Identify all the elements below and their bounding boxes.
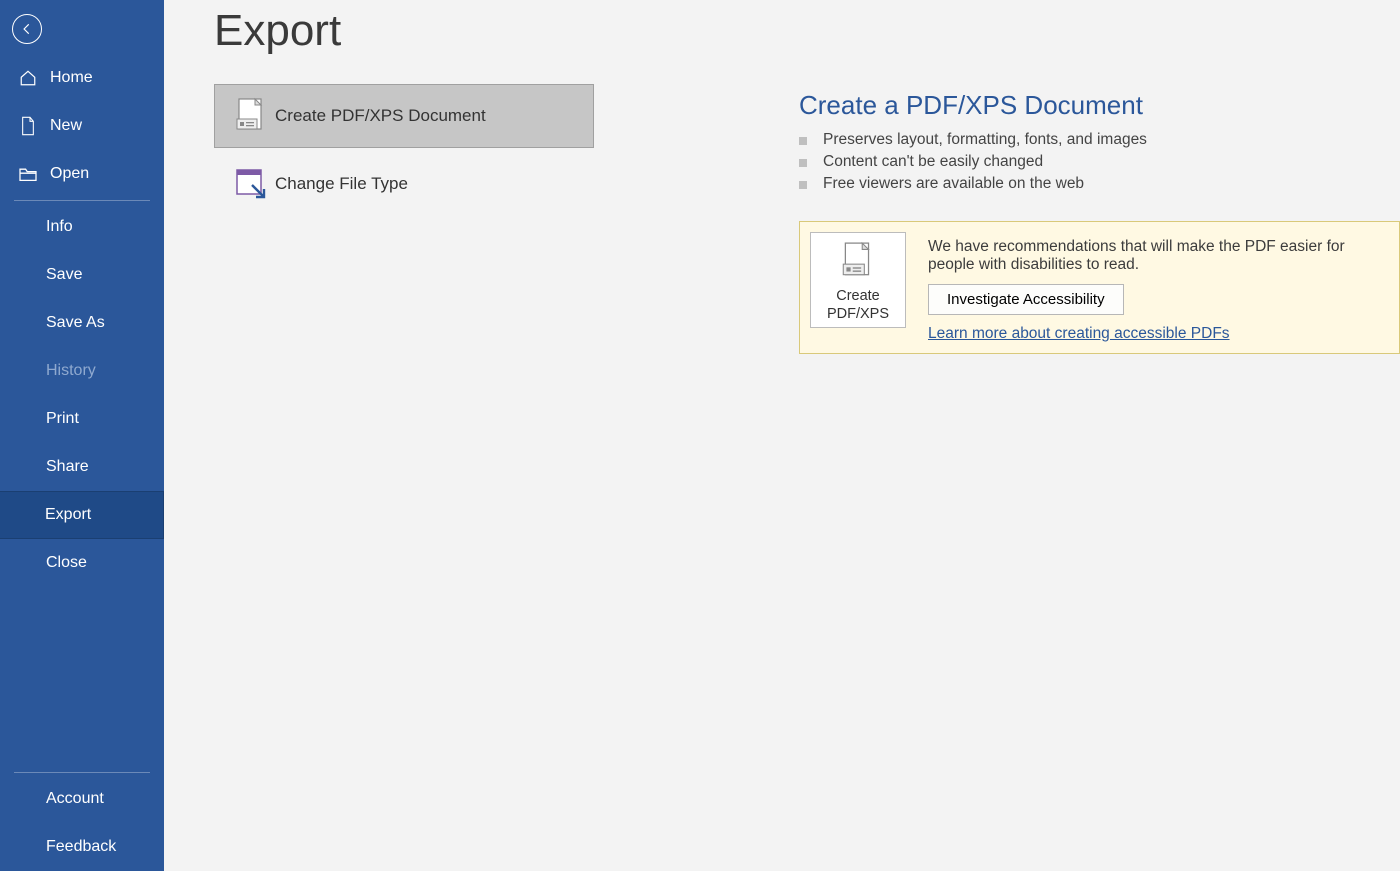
accessibility-panel: Create PDF/XPS We have recommendations t… <box>799 221 1400 354</box>
sidebar-item-info[interactable]: Info <box>0 203 164 251</box>
learn-more-link[interactable]: Learn more about creating accessible PDF… <box>928 325 1230 343</box>
backstage-sidebar: Home New Open Info Save Save As History <box>0 0 164 871</box>
detail-bullet: Free viewers are available on the web <box>799 175 1400 193</box>
recommendation-text: We have recommendations that will make t… <box>928 238 1385 274</box>
bullet-icon <box>799 181 807 189</box>
bullet-text: Preserves layout, formatting, fonts, and… <box>823 131 1147 149</box>
sidebar-item-account[interactable]: Account <box>0 775 164 823</box>
nav-bottom-group: Account Feedback <box>0 775 164 871</box>
sidebar-item-save-as[interactable]: Save As <box>0 299 164 347</box>
sidebar-item-save[interactable]: Save <box>0 251 164 299</box>
export-detail-panel: Create a PDF/XPS Document Preserves layo… <box>799 90 1400 354</box>
sidebar-item-print[interactable]: Print <box>0 395 164 443</box>
sidebar-item-label: Open <box>50 165 89 183</box>
arrow-left-icon <box>20 22 34 36</box>
export-options: Create PDF/XPS Document Change File Type <box>214 84 594 216</box>
sidebar-item-label: Save As <box>46 314 105 332</box>
sidebar-spacer <box>0 587 164 770</box>
nav-primary-group: Home New Open <box>0 54 164 198</box>
sidebar-item-close[interactable]: Close <box>0 539 164 587</box>
sidebar-item-new[interactable]: New <box>0 102 164 150</box>
option-label: Change File Type <box>275 174 408 194</box>
page-title: Export <box>214 6 1400 56</box>
sidebar-divider <box>14 772 150 773</box>
option-create-pdf-xps[interactable]: Create PDF/XPS Document <box>214 84 594 148</box>
sidebar-item-label: Share <box>46 458 89 476</box>
back-button[interactable] <box>12 14 42 44</box>
option-change-file-type[interactable]: Change File Type <box>214 152 594 216</box>
home-icon <box>18 68 38 88</box>
sidebar-item-label: History <box>46 362 96 380</box>
sidebar-item-export[interactable]: Export <box>0 491 164 539</box>
sidebar-item-label: Print <box>46 410 79 428</box>
create-pdf-xps-button[interactable]: Create PDF/XPS <box>810 232 906 328</box>
sidebar-item-label: Account <box>46 790 104 808</box>
pdf-document-icon <box>227 97 275 135</box>
create-button-caption: Create PDF/XPS <box>827 287 889 323</box>
bullet-text: Free viewers are available on the web <box>823 175 1084 193</box>
backstage-main: Export Create PDF/XPS Document <box>164 0 1400 871</box>
nav-file-group: Info Save Save As History Print Share Ex… <box>0 203 164 587</box>
sidebar-item-share[interactable]: Share <box>0 443 164 491</box>
investigate-accessibility-button[interactable]: Investigate Accessibility <box>928 284 1124 315</box>
sidebar-item-label: Home <box>50 69 93 87</box>
sidebar-item-history: History <box>0 347 164 395</box>
sidebar-item-feedback[interactable]: Feedback <box>0 823 164 871</box>
option-label: Create PDF/XPS Document <box>275 106 486 126</box>
bullet-text: Content can't be easily changed <box>823 153 1043 171</box>
sidebar-item-label: Save <box>46 266 82 284</box>
sidebar-item-home[interactable]: Home <box>0 54 164 102</box>
new-file-icon <box>18 116 38 136</box>
sidebar-item-label: Close <box>46 554 87 572</box>
bullet-icon <box>799 159 807 167</box>
sidebar-item-label: Export <box>45 506 91 524</box>
detail-title: Create a PDF/XPS Document <box>799 90 1400 121</box>
sidebar-item-label: Feedback <box>46 838 116 856</box>
pdf-document-icon <box>841 241 875 281</box>
detail-bullets: Preserves layout, formatting, fonts, and… <box>799 131 1400 193</box>
sidebar-item-label: New <box>50 117 82 135</box>
sidebar-divider <box>14 200 150 201</box>
bullet-icon <box>799 137 807 145</box>
detail-bullet: Preserves layout, formatting, fonts, and… <box>799 131 1400 149</box>
folder-open-icon <box>18 164 38 184</box>
accessibility-text: We have recommendations that will make t… <box>928 232 1385 343</box>
change-file-type-icon <box>227 167 275 201</box>
sidebar-item-label: Info <box>46 218 73 236</box>
detail-bullet: Content can't be easily changed <box>799 153 1400 171</box>
sidebar-item-open[interactable]: Open <box>0 150 164 198</box>
